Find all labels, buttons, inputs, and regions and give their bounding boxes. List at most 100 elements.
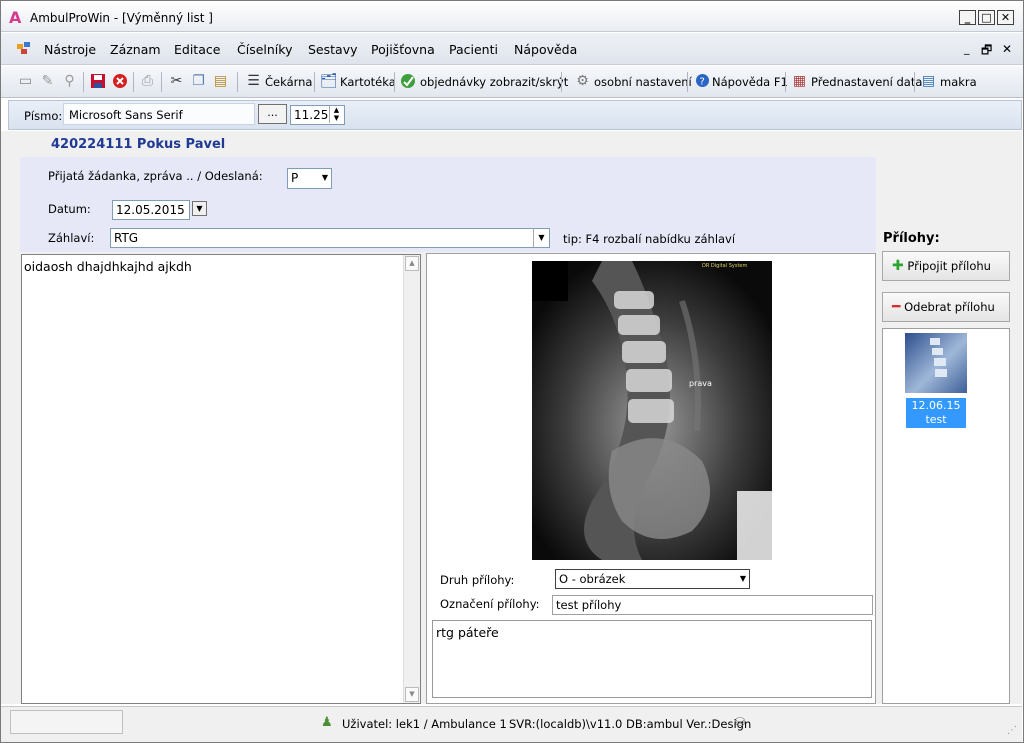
objednavky-button[interactable]: objednávky zobrazit/skrýt	[420, 75, 568, 89]
paste-icon[interactable]: ▤	[212, 73, 229, 90]
minimize-button[interactable]: _	[959, 10, 976, 25]
date-label: Datum:	[48, 202, 91, 216]
title-bar: A AmbulProWin - [Výměnný list ] _ □ ✕	[1, 1, 1023, 32]
toolbar-separator	[161, 72, 162, 92]
mdi-minimize-button[interactable]: _	[964, 42, 970, 55]
header-combobox[interactable]: RTG ▼	[110, 228, 550, 248]
napoveda-f1-button[interactable]: Nápověda F1	[712, 75, 788, 89]
patient-header: 420224111 Pokus Pavel	[51, 137, 226, 152]
attachment-name-label: Označení přílohy:	[440, 597, 540, 611]
toolbar-separator	[83, 72, 84, 92]
svg-text:?: ?	[700, 77, 705, 88]
menu-napoveda[interactable]: Nápověda	[514, 42, 577, 57]
help-icon[interactable]: ?	[694, 73, 711, 90]
mdi-doc-icon	[16, 41, 32, 55]
toolbar-separator	[133, 72, 134, 92]
date-field[interactable]: 12.05.2015	[112, 200, 190, 220]
vertical-scrollbar[interactable]: ▲ ▼	[403, 255, 420, 703]
scroll-down-icon[interactable]: ▼	[405, 687, 419, 702]
xray-brand-text: DR Digital System	[702, 263, 747, 269]
user-icon: ♟	[321, 715, 333, 730]
prednastaveni-data-button[interactable]: Přednastavení data	[811, 75, 922, 89]
received-value: P	[291, 171, 299, 185]
resize-grip-icon[interactable]: ⋰	[1007, 725, 1017, 736]
report-text: oidaosh dhajdhkajhd ajkdh	[24, 259, 192, 274]
close-button[interactable]: ✕	[997, 10, 1014, 25]
status-user: Uživatel: lek1 / Ambulance 1	[342, 717, 507, 731]
waiting-room-icon[interactable]: ☰	[245, 73, 262, 90]
attachment-thumbnail-caption[interactable]: 12.06.15 test přílohy	[906, 398, 966, 440]
menu-pojistovna[interactable]: Pojišťovna	[371, 42, 435, 57]
copy-icon[interactable]: ❐	[190, 73, 207, 90]
add-attachment-button[interactable]: ✚ Připojit přílohu	[882, 251, 1010, 281]
attachment-type-label: Druh přílohy:	[440, 573, 515, 587]
remove-attachment-button[interactable]: ━ Odebrat přílohu	[882, 292, 1010, 322]
menu-ciselniky[interactable]: Číselníky	[237, 42, 292, 57]
attachment-type-select[interactable]: O - obrázek ▼	[555, 569, 750, 589]
status-server: SVR:(localdb)\v11.0 DB:ambul Ver.:Design	[509, 717, 752, 731]
toolbar-separator	[561, 72, 562, 92]
received-label: Přijatá žádanka, zpráva .. / Odeslaná:	[48, 169, 263, 183]
card-index-icon[interactable]: 🗂	[320, 73, 338, 90]
attachment-type-value: O - obrázek	[559, 572, 626, 586]
menu-pacienti[interactable]: Pacienti	[449, 42, 498, 57]
toolbar-separator	[394, 72, 395, 92]
chevron-down-icon[interactable]: ▼	[740, 574, 746, 583]
calendar-icon[interactable]: ▦	[791, 73, 808, 90]
menu-sestavy[interactable]: Sestavy	[308, 42, 358, 57]
font-size-stepper[interactable]: 11.25 ▲ ▼	[290, 105, 345, 125]
makra-button[interactable]: makra	[940, 75, 977, 89]
chevron-down-icon[interactable]: ▼	[322, 173, 328, 182]
cancel-icon[interactable]	[111, 73, 128, 90]
menu-editace[interactable]: Editace	[174, 42, 220, 57]
stepper-arrows-icon[interactable]: ▲ ▼	[329, 106, 343, 123]
cut-icon[interactable]: ✂	[168, 73, 185, 90]
gear-icon[interactable]: ⚙	[574, 73, 591, 90]
thumbnail-name: test přílohy	[917, 413, 955, 440]
osobni-nastaveni-button[interactable]: osobní nastavení	[594, 75, 692, 89]
cekarna-button[interactable]: Čekárna	[265, 75, 312, 89]
edit-pencil-icon[interactable]: ✎	[39, 73, 56, 90]
toolbar-separator	[687, 72, 688, 92]
new-document-icon[interactable]: ▭	[17, 73, 34, 90]
font-label: Písmo:	[24, 109, 63, 123]
attachment-note-field[interactable]: rtg páteře	[432, 620, 872, 698]
xray-image: DR Digital System prava	[532, 261, 772, 560]
attachment-name-field[interactable]: test přílohy	[552, 595, 873, 615]
font-size-value: 11.25	[294, 108, 329, 122]
attachments-title: Přílohy:	[883, 231, 940, 246]
date-picker-chevron-icon[interactable]: ▼	[192, 201, 207, 216]
mdi-close-button[interactable]: ✕	[1002, 42, 1012, 56]
macros-icon[interactable]: ▤	[920, 73, 937, 90]
report-text-area[interactable]: oidaosh dhajdhkajhd ajkdh ▲ ▼	[21, 254, 421, 704]
mdi-restore-button[interactable]: 🗗	[981, 41, 992, 62]
minus-icon: ━	[892, 299, 901, 315]
tip-text: tip: F4 rozbalí nabídku záhlaví	[563, 232, 736, 246]
font-browse-button[interactable]: ...	[258, 104, 287, 124]
toolbar-separator	[237, 72, 238, 92]
app-logo-icon: A	[9, 8, 22, 27]
record-header-panel: Přijatá žádanka, zpráva .. / Odeslaná: P…	[20, 157, 876, 252]
menu-zaznam[interactable]: Záznam	[110, 42, 161, 57]
kartoteka-button[interactable]: Kartotéka	[340, 75, 396, 89]
received-select[interactable]: P ▼	[287, 168, 332, 189]
add-attachment-label: Připojit přílohu	[907, 259, 991, 273]
print-icon[interactable]: ⎙	[139, 73, 156, 90]
scroll-up-icon[interactable]: ▲	[405, 256, 419, 271]
attachment-thumbnail[interactable]	[905, 333, 967, 393]
menu-bar: Nástroje Záznam Editace Číselníky Sestav…	[1, 33, 1023, 65]
font-name-field[interactable]: Microsoft Sans Serif	[63, 103, 255, 125]
font-bar: Písmo: Microsoft Sans Serif ... 11.25 ▲ ▼	[8, 100, 1022, 130]
header-label: Záhlaví:	[48, 231, 95, 245]
window-title: AmbulProWin - [Výměnný list ]	[30, 11, 213, 25]
thumbnail-date: 12.06.15	[911, 399, 961, 412]
search-icon[interactable]: ⚲	[61, 73, 78, 90]
chevron-down-icon[interactable]: ▼	[533, 229, 549, 247]
lock-icon: ⛁	[735, 715, 746, 729]
remove-attachment-label: Odebrat přílohu	[904, 300, 995, 314]
xray-side-label: prava	[689, 379, 712, 388]
menu-nastroje[interactable]: Nástroje	[44, 42, 96, 57]
save-icon[interactable]	[89, 73, 106, 90]
orders-icon[interactable]	[400, 73, 417, 90]
maximize-button[interactable]: □	[978, 10, 995, 25]
